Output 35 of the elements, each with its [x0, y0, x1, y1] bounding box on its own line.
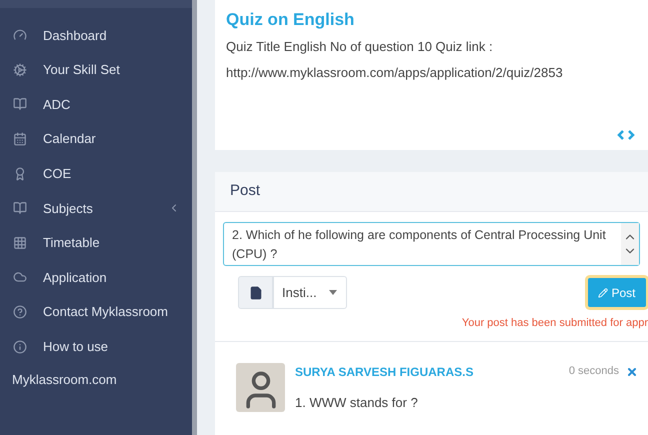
quiz-text-line: Quiz Title English No of question 10 Quiz link :	[226, 38, 494, 56]
sidebar-item[interactable]: Contact Myklassroom	[0, 294, 192, 330]
post-heading: Post	[230, 181, 260, 202]
help-icon	[13, 305, 27, 320]
sidebar-item[interactable]: Application	[0, 260, 192, 295]
caret-icon	[328, 290, 337, 295]
file-icon	[248, 286, 262, 300]
sidebar-item[interactable]: Timetable	[0, 226, 192, 260]
post-input-field[interactable]: 2. Which of he following are components of Central Processing Unit (CPU) ?	[223, 222, 640, 266]
close-icon[interactable]	[626, 366, 638, 378]
calendar-icon	[13, 132, 27, 146]
sidebar-item[interactable]: COE	[0, 156, 192, 191]
sidebar-item[interactable]: ADC	[0, 87, 192, 122]
quiz-text-line: http://www.myklassroom.com/apps/application/2/quiz/2853	[226, 64, 564, 82]
sidebar-footer-link[interactable]: Myklassroom.com	[0, 364, 192, 396]
status-message: Your post has been submitted for appr	[462, 316, 648, 331]
sidebar-item[interactable]: Your Skill Set	[0, 52, 192, 88]
book-icon	[13, 97, 27, 112]
quiz-title: Quiz on English	[226, 9, 356, 31]
attach-button[interactable]	[238, 276, 273, 309]
cloud-icon	[13, 270, 27, 284]
book-icon	[13, 201, 27, 216]
info-icon	[13, 340, 27, 354]
sidebar-item[interactable]: Calendar	[0, 122, 192, 156]
code-icon[interactable]	[617, 130, 635, 140]
pencil-icon	[598, 288, 608, 298]
grid-icon	[13, 236, 27, 250]
gauge-icon	[13, 28, 27, 42]
comment-text: 1. WWW stands for ?	[295, 394, 419, 412]
audience-dropdown[interactable]: Insti...	[273, 276, 347, 309]
award-icon	[13, 166, 27, 181]
sidebar-item[interactable]: How to use	[0, 329, 192, 364]
sidebar-item[interactable]: Subjects	[0, 190, 192, 226]
comment-time: 0 seconds	[568, 364, 619, 380]
sidebar-item[interactable]: Dashboard	[0, 18, 192, 53]
